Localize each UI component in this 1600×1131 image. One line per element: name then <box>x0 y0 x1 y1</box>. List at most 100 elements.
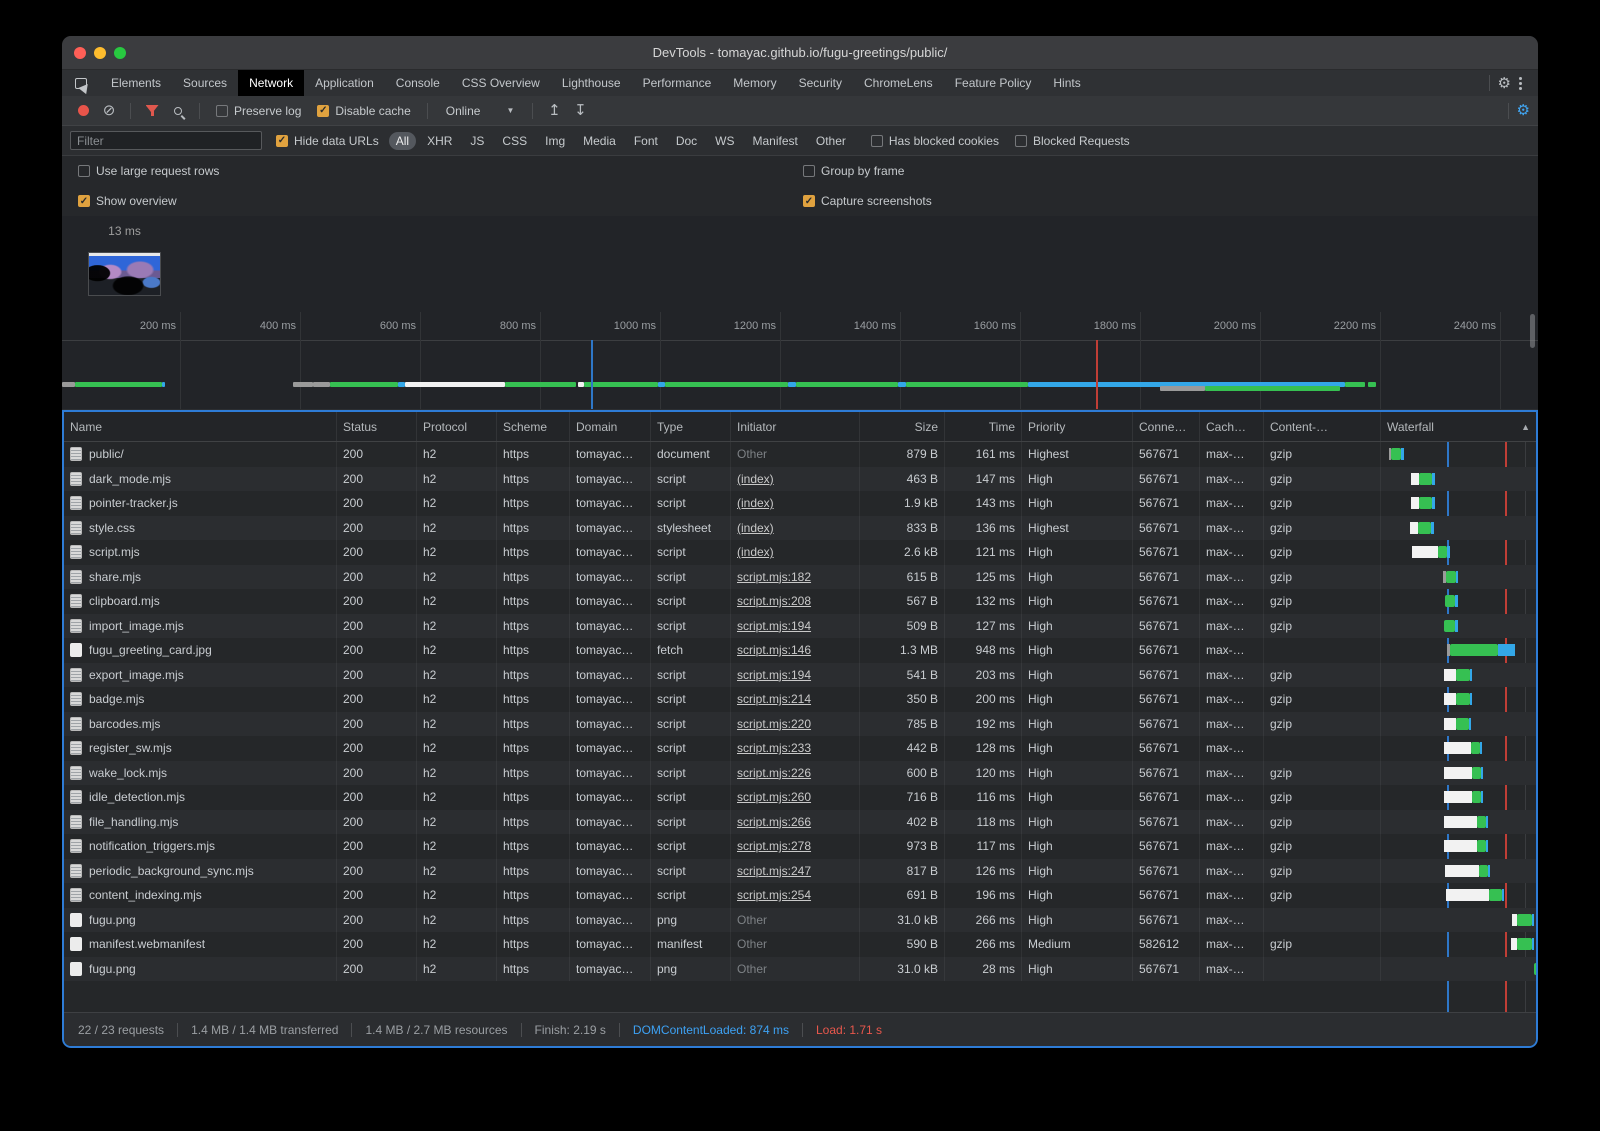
column-header-scheme[interactable]: Scheme <box>497 412 570 441</box>
initiator-link[interactable]: script.mjs:214 <box>737 692 811 706</box>
initiator-link[interactable]: script.mjs:208 <box>737 594 811 608</box>
filter-type-media[interactable]: Media <box>576 132 623 150</box>
table-row[interactable]: register_sw.mjs200h2httpstomayac…scripts… <box>64 736 1536 761</box>
initiator-link[interactable]: (index) <box>737 545 774 559</box>
table-row[interactable]: wake_lock.mjs200h2httpstomayac…scriptscr… <box>64 761 1536 786</box>
table-row[interactable]: style.css200h2httpstomayac…stylesheet(in… <box>64 516 1536 541</box>
initiator-link[interactable]: script.mjs:182 <box>737 570 811 584</box>
filter-type-xhr[interactable]: XHR <box>420 132 459 150</box>
preserve-log-checkbox[interactable]: ✓Preserve log <box>216 104 301 118</box>
tab-chromelens[interactable]: ChromeLens <box>853 70 944 96</box>
has-blocked-cookies-checkbox[interactable]: ✓Has blocked cookies <box>871 134 999 148</box>
initiator-link[interactable]: script.mjs:233 <box>737 741 811 755</box>
column-header-content-[interactable]: Content-… <box>1264 412 1381 441</box>
initiator-link[interactable]: script.mjs:194 <box>737 619 811 633</box>
tab-sources[interactable]: Sources <box>172 70 238 96</box>
more-options-icon[interactable] <box>1511 77 1530 90</box>
network-conditions-gear-icon[interactable]: ⚙ <box>1517 103 1530 118</box>
table-row[interactable]: periodic_background_sync.mjs200h2httpsto… <box>64 859 1536 884</box>
filter-type-ws[interactable]: WS <box>708 132 741 150</box>
initiator-link[interactable]: (index) <box>737 496 774 510</box>
initiator-link[interactable]: script.mjs:146 <box>737 643 811 657</box>
table-row[interactable]: public/200h2httpstomayac…documentOther87… <box>64 442 1536 467</box>
table-row[interactable]: file_handling.mjs200h2httpstomayac…scrip… <box>64 810 1536 835</box>
column-header-time[interactable]: Time <box>945 412 1022 441</box>
table-row[interactable]: idle_detection.mjs200h2httpstomayac…scri… <box>64 785 1536 810</box>
table-row[interactable]: clipboard.mjs200h2httpstomayac…scriptscr… <box>64 589 1536 614</box>
column-header-conne-[interactable]: Conne… <box>1133 412 1200 441</box>
column-header-waterfall[interactable]: Waterfall▲ <box>1381 412 1538 441</box>
table-row[interactable]: notification_triggers.mjs200h2httpstomay… <box>64 834 1536 859</box>
close-window-button[interactable] <box>74 47 86 59</box>
tab-css-overview[interactable]: CSS Overview <box>451 70 551 96</box>
table-row[interactable]: dark_mode.mjs200h2httpstomayac…script(in… <box>64 467 1536 492</box>
initiator-link[interactable]: (index) <box>737 521 774 535</box>
column-header-domain[interactable]: Domain <box>570 412 651 441</box>
throttling-dropdown[interactable]: Online ▼ <box>436 104 525 118</box>
import-har-button[interactable]: ↥ <box>541 99 567 123</box>
initiator-link[interactable]: script.mjs:260 <box>737 790 811 804</box>
initiator-link[interactable]: script.mjs:254 <box>737 888 811 902</box>
group-by-frame-checkbox[interactable]: ✓Group by frame <box>803 164 904 178</box>
minimize-window-button[interactable] <box>94 47 106 59</box>
page-screenshot-thumbnail[interactable] <box>88 252 161 296</box>
table-row[interactable]: pointer-tracker.js200h2httpstomayac…scri… <box>64 491 1536 516</box>
disable-cache-checkbox[interactable]: ✓Disable cache <box>317 104 410 118</box>
maximize-window-button[interactable] <box>114 47 126 59</box>
tab-feature-policy[interactable]: Feature Policy <box>944 70 1043 96</box>
filter-type-doc[interactable]: Doc <box>669 132 704 150</box>
filter-type-font[interactable]: Font <box>627 132 665 150</box>
table-row[interactable]: barcodes.mjs200h2httpstomayac…scriptscri… <box>64 712 1536 737</box>
overview-scrollbar-thumb[interactable] <box>1530 314 1535 348</box>
filter-toggle-button[interactable] <box>139 99 165 123</box>
hide-data-urls-checkbox[interactable]: ✓Hide data URLs <box>276 134 379 148</box>
table-row[interactable]: fugu.png200h2httpstomayac…pngOther31.0 k… <box>64 957 1536 982</box>
filter-type-img[interactable]: Img <box>538 132 572 150</box>
table-row[interactable]: fugu.png200h2httpstomayac…pngOther31.0 k… <box>64 908 1536 933</box>
column-header-status[interactable]: Status <box>337 412 417 441</box>
column-header-size[interactable]: Size <box>860 412 945 441</box>
export-har-button[interactable]: ↧ <box>567 99 593 123</box>
filter-type-all[interactable]: All <box>389 132 416 150</box>
settings-gear-icon[interactable]: ⚙ <box>1498 76 1511 91</box>
record-network-log-button[interactable] <box>70 99 96 123</box>
tab-network[interactable]: Network <box>238 70 304 96</box>
filter-type-css[interactable]: CSS <box>495 132 534 150</box>
initiator-link[interactable]: script.mjs:220 <box>737 717 811 731</box>
tab-hints[interactable]: Hints <box>1042 70 1091 96</box>
filter-type-other[interactable]: Other <box>809 132 853 150</box>
column-header-initiator[interactable]: Initiator <box>731 412 860 441</box>
table-row[interactable]: script.mjs200h2httpstomayac…script(index… <box>64 540 1536 565</box>
table-row[interactable]: badge.mjs200h2httpstomayac…scriptscript.… <box>64 687 1536 712</box>
column-header-name[interactable]: Name <box>64 412 337 441</box>
table-row[interactable]: manifest.webmanifest200h2httpstomayac…ma… <box>64 932 1536 957</box>
inspect-element-button[interactable] <box>62 70 100 96</box>
initiator-link[interactable]: (index) <box>737 472 774 486</box>
tab-lighthouse[interactable]: Lighthouse <box>551 70 632 96</box>
table-row[interactable]: share.mjs200h2httpstomayac…scriptscript.… <box>64 565 1536 590</box>
table-row[interactable]: import_image.mjs200h2httpstomayac…script… <box>64 614 1536 639</box>
tab-performance[interactable]: Performance <box>632 70 723 96</box>
network-overview-timeline[interactable]: 200 ms400 ms600 ms800 ms1000 ms1200 ms14… <box>62 312 1538 410</box>
initiator-link[interactable]: script.mjs:194 <box>737 668 811 682</box>
initiator-link[interactable]: script.mjs:226 <box>737 766 811 780</box>
use-large-request-rows-checkbox[interactable]: ✓Use large request rows <box>78 164 219 178</box>
clear-network-log-button[interactable]: ⊘ <box>96 99 122 123</box>
column-header-type[interactable]: Type <box>651 412 731 441</box>
tab-application[interactable]: Application <box>304 70 385 96</box>
table-row[interactable]: fugu_greeting_card.jpg200h2httpstomayac…… <box>64 638 1536 663</box>
initiator-link[interactable]: script.mjs:247 <box>737 864 811 878</box>
column-header-cach-[interactable]: Cach… <box>1200 412 1264 441</box>
show-overview-checkbox[interactable]: ✓Show overview <box>78 194 177 208</box>
blocked-requests-checkbox[interactable]: ✓Blocked Requests <box>1015 134 1130 148</box>
column-header-priority[interactable]: Priority <box>1022 412 1133 441</box>
table-row[interactable]: content_indexing.mjs200h2httpstomayac…sc… <box>64 883 1536 908</box>
tab-memory[interactable]: Memory <box>722 70 787 96</box>
search-button[interactable] <box>165 99 191 123</box>
tab-console[interactable]: Console <box>385 70 451 96</box>
capture-screenshots-checkbox[interactable]: ✓Capture screenshots <box>803 194 932 208</box>
tab-elements[interactable]: Elements <box>100 70 172 96</box>
filter-type-js[interactable]: JS <box>463 132 491 150</box>
filter-type-manifest[interactable]: Manifest <box>746 132 805 150</box>
initiator-link[interactable]: script.mjs:278 <box>737 839 811 853</box>
